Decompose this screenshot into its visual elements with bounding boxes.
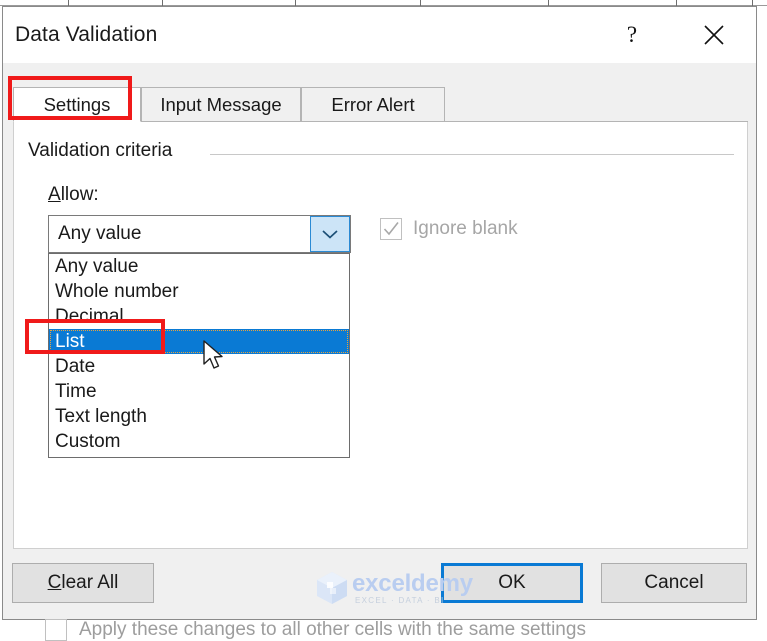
help-button[interactable]: ? [601,7,663,63]
clear-all-accelerator: C [47,572,62,593]
allow-option-date[interactable]: Date [49,354,349,379]
allow-dropdown-list[interactable]: Any value Whole number Decimal List Date Time… [48,253,350,458]
title-bar: Data Validation ? [3,7,756,63]
allow-option-custom[interactable]: Custom [49,429,349,454]
validation-criteria-group-label: Validation criteria [28,140,181,162]
apply-to-all-cells-checkbox[interactable]: Apply these changes to all other cells w… [45,619,586,641]
ok-button-label: OK [498,572,526,593]
clear-all-button[interactable]: Clear All [12,563,154,603]
allow-label-accelerator: A [48,184,61,205]
apply-to-all-cells-label: Apply these changes to all other cells w… [79,619,586,640]
apply-to-all-cells-checkbox-box [45,619,67,641]
allow-option-whole-number[interactable]: Whole number [49,279,349,304]
data-validation-dialog: Data Validation ? Settings Input Message… [2,6,757,641]
question-mark-icon: ? [626,21,638,47]
tab-settings[interactable]: Settings [13,87,141,122]
allow-combobox-dropdown-button[interactable] [310,216,350,252]
clear-all-label-rest: lear All [61,572,119,593]
ignore-blank-label: Ignore blank [413,218,518,239]
watermark-tagline: EXCEL · DATA · BI [355,596,445,605]
ignore-blank-checkbox-box [380,218,402,240]
allow-combobox-value: Any value [58,223,142,244]
tab-error-alert[interactable]: Error Alert [301,87,445,122]
chevron-down-icon [322,230,338,239]
dialog-title: Data Validation [15,23,158,46]
tab-settings-label: Settings [43,93,111,115]
close-button[interactable] [683,7,745,63]
tab-strip: Settings Input Message Error Alert [13,87,748,123]
ok-button[interactable]: OK [441,563,583,603]
allow-option-decimal[interactable]: Decimal [49,304,349,329]
allow-option-time[interactable]: Time [49,379,349,404]
tab-error-alert-label: Error Alert [331,93,415,115]
cancel-button[interactable]: Cancel [601,563,747,603]
allow-label-rest: llow: [60,184,99,205]
allow-option-list[interactable]: List [49,329,349,354]
close-icon [704,25,724,45]
exceldemy-logo-icon [317,572,347,604]
allow-option-text-length[interactable]: Text length [49,404,349,429]
allow-option-any-value[interactable]: Any value [49,254,349,279]
tab-strip-filler [445,87,748,122]
checkmark-icon [383,222,399,236]
allow-combobox[interactable]: Any value [48,215,351,253]
tab-input-message-label: Input Message [160,93,282,115]
group-separator-line [210,154,734,155]
allow-label: Allow: [48,184,99,206]
cancel-button-label: Cancel [644,572,704,593]
ignore-blank-checkbox[interactable]: Ignore blank [380,218,518,240]
tab-input-message[interactable]: Input Message [141,87,301,122]
